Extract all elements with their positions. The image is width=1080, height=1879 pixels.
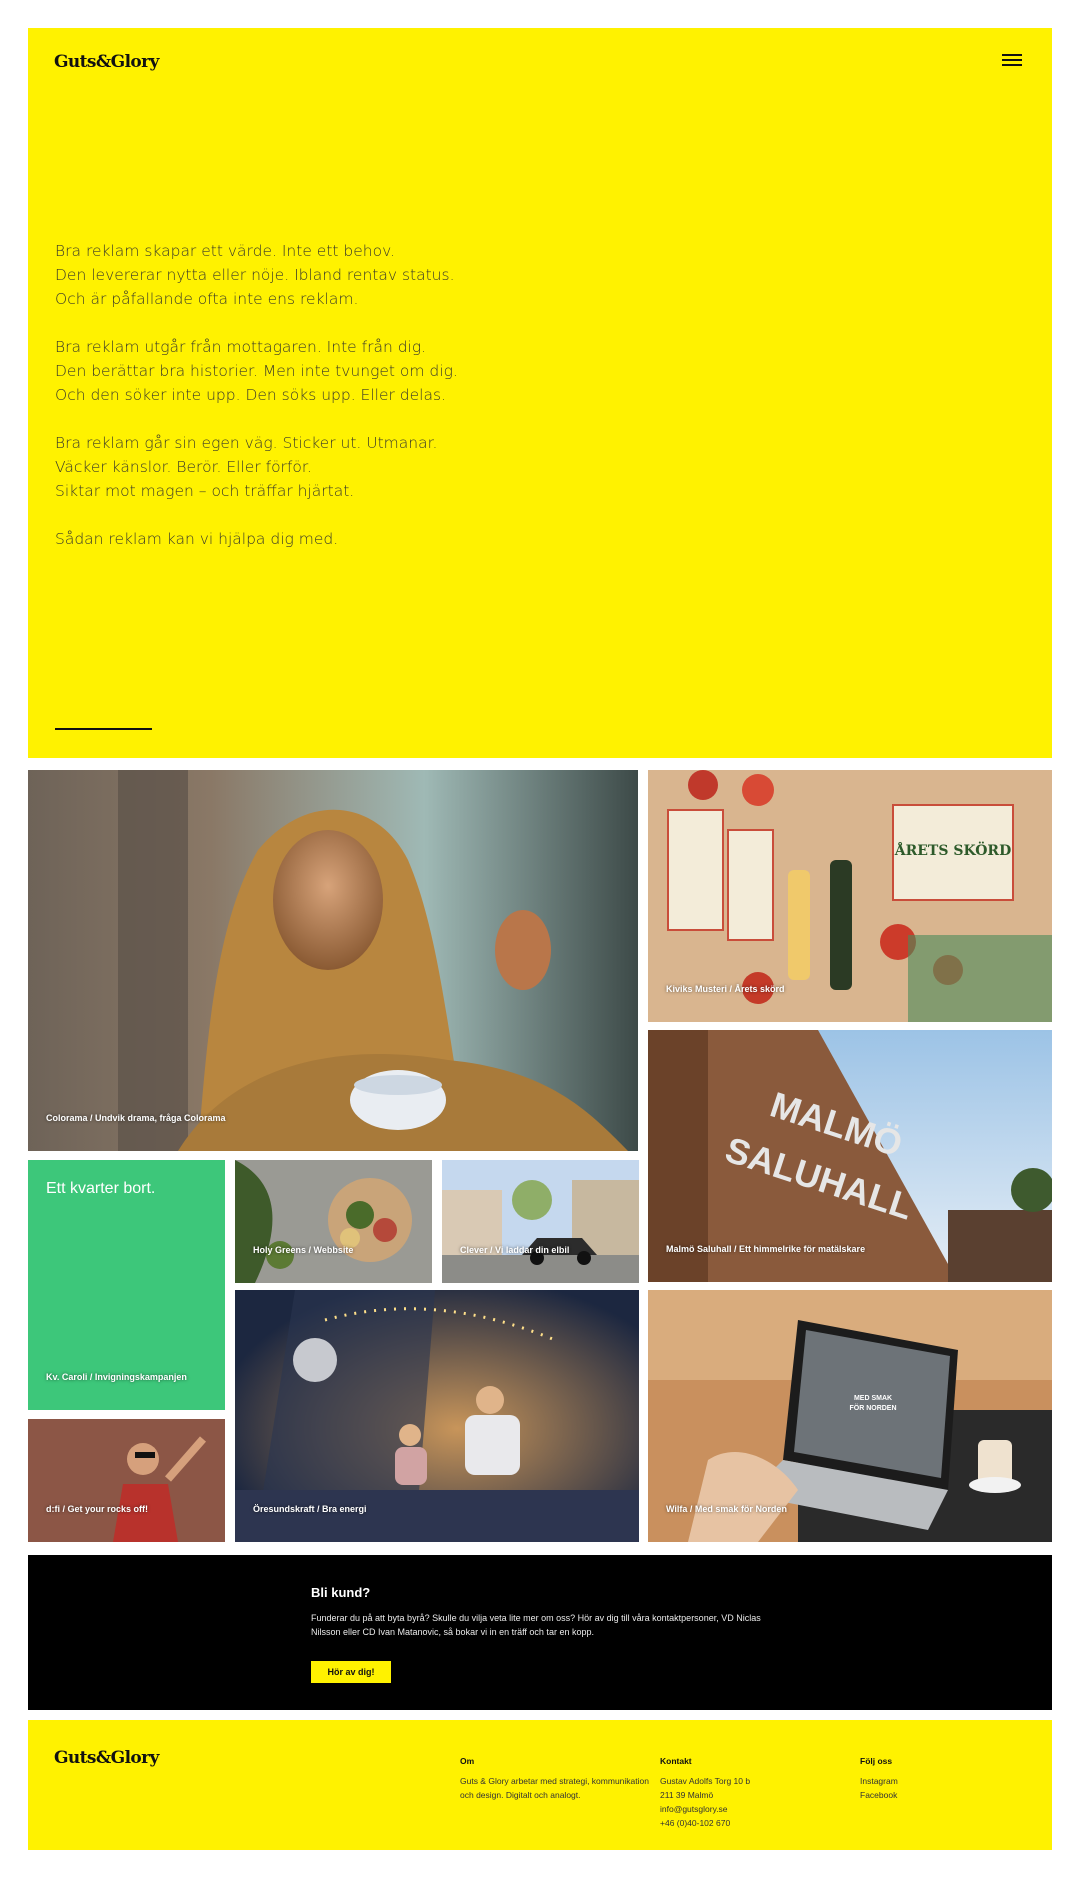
facebook-link[interactable]: Facebook — [860, 1788, 1010, 1802]
logo[interactable]: Guts&Glory — [54, 52, 159, 72]
manifesto-line: Sådan reklam kan vi hjälpa dig med. — [55, 530, 339, 548]
case-caption: Colorama / Undvik drama, fråga Colorama — [46, 1113, 226, 1123]
cta-body: Funderar du på att byta byrå? Skulle du … — [311, 1613, 761, 1637]
holy-greens-image — [235, 1160, 432, 1283]
manifesto-paragraph: Sådan reklam kan vi hjälpa dig med. — [55, 527, 575, 551]
case-caption: Holy Greens / Webbsite — [253, 1245, 354, 1255]
hero-divider — [55, 728, 152, 730]
manifesto-line: Den berättar bra historier. Men inte tvu… — [55, 362, 458, 380]
manifesto-paragraph: Bra reklam går sin egen väg. Sticker ut.… — [55, 431, 575, 503]
footer-heading: Följ oss — [860, 1756, 893, 1766]
dfi-image — [28, 1419, 225, 1542]
manifesto-paragraph: Bra reklam skapar ett värde. Inte ett be… — [55, 239, 575, 311]
manifesto-paragraph: Bra reklam utgår från mottagaren. Inte f… — [55, 335, 575, 407]
kiviks-pack-label: ÅRETS SKÖRD — [894, 840, 1011, 859]
footer-social: Följ oss Instagram Facebook — [860, 1754, 1010, 1802]
case-caption: Malmö Saluhall / Ett himmelrike för matä… — [666, 1244, 866, 1254]
manifesto-line: Siktar mot magen – och träffar hjärtat. — [55, 482, 355, 500]
manifesto-line: Bra reklam utgår från mottagaren. Inte f… — [55, 338, 427, 356]
footer-heading: Om — [460, 1756, 475, 1766]
address-line: Gustav Adolfs Torg 10 b — [660, 1776, 751, 1786]
manifesto-line: Bra reklam skapar ett värde. Inte ett be… — [55, 242, 395, 260]
become-client-section: Bli kund? Funderar du på att byta byrå? … — [28, 1555, 1052, 1710]
manifesto-line: Och den söker inte upp. Den söks upp. El… — [55, 386, 446, 404]
wilfa-screen-line: FÖR NORDEN — [849, 1403, 896, 1412]
footer-contact: Kontakt Gustav Adolfs Torg 10 b 211 39 M… — [660, 1754, 840, 1830]
case-clever[interactable]: Clever / Vi laddar din elbil — [442, 1160, 639, 1283]
case-caption: Kv. Caroli / Invigningskampanjen — [46, 1372, 187, 1382]
case-caption: Kiviks Musteri / Årets skörd — [666, 984, 785, 994]
case-caption: Clever / Vi laddar din elbil — [460, 1245, 570, 1255]
contact-us-button[interactable]: Hör av dig! — [311, 1661, 391, 1683]
case-holy-greens[interactable]: Holy Greens / Webbsite — [235, 1160, 432, 1283]
phone-link[interactable]: +46 (0)40-102 670 — [660, 1816, 840, 1830]
manifesto-line: Väcker känslor. Berör. Eller förför. — [55, 458, 312, 476]
case-caroli[interactable]: Ett kvarter bort. Kv. Caroli / Invigning… — [28, 1160, 225, 1410]
case-caption: Öresundskraft / Bra energi — [253, 1504, 367, 1514]
case-colorama[interactable]: Colorama / Undvik drama, fråga Colorama — [28, 770, 638, 1151]
case-oresundskraft[interactable]: Öresundskraft / Bra energi — [235, 1290, 639, 1542]
cta-title: Bli kund? — [311, 1585, 371, 1600]
case-wilfa[interactable]: MED SMAK FÖR NORDEN Wilfa / Med smak för… — [648, 1290, 1052, 1542]
footer-about-text: Guts & Glory arbetar med strategi, kommu… — [460, 1776, 649, 1800]
manifesto-line: Och är påfallande ofta inte ens reklam. — [55, 290, 359, 308]
footer-heading: Kontakt — [660, 1756, 692, 1766]
hero-section: Guts&Glory Bra reklam skapar ett värde. … — [28, 28, 1052, 758]
caroli-heading: Ett kvarter bort. — [46, 1180, 156, 1197]
hamburger-menu-icon[interactable] — [1002, 54, 1022, 68]
email-link[interactable]: info@gutsglory.se — [660, 1802, 840, 1816]
postal-line: 211 39 Malmö — [660, 1790, 714, 1800]
case-dfi[interactable]: d:fi / Get your rocks off! — [28, 1419, 225, 1542]
footer-logo[interactable]: Guts&Glory — [54, 1748, 159, 1768]
case-caption: d:fi / Get your rocks off! — [46, 1504, 149, 1514]
case-kiviks[interactable]: ÅRETS SKÖRD Kiviks Musteri / Årets skörd — [648, 770, 1052, 1022]
wilfa-screen-line: MED SMAK — [854, 1395, 892, 1402]
footer: Guts&Glory Om Guts & Glory arbetar med s… — [28, 1720, 1052, 1850]
footer-about: Om Guts & Glory arbetar med strategi, ko… — [460, 1754, 650, 1802]
colorama-image — [28, 770, 638, 1151]
case-caption: Wilfa / Med smak för Norden — [666, 1504, 787, 1514]
manifesto-line: Den levererar nytta eller nöje. Ibland r… — [55, 266, 455, 284]
instagram-link[interactable]: Instagram — [860, 1774, 1010, 1788]
manifesto-text: Bra reklam skapar ett värde. Inte ett be… — [55, 239, 575, 575]
case-malmo-saluhall[interactable]: MALMÖ SALUHALL Malmö Saluhall / Ett himm… — [648, 1030, 1052, 1282]
clever-image — [442, 1160, 639, 1283]
manifesto-line: Bra reklam går sin egen väg. Sticker ut.… — [55, 434, 438, 452]
